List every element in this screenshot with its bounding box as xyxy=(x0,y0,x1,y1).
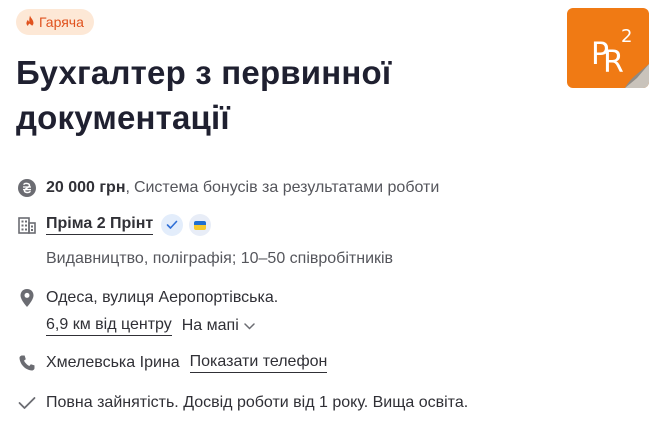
svg-text:R: R xyxy=(603,45,624,80)
building-icon xyxy=(16,214,38,236)
contact-name: Хмелевська Ірина xyxy=(46,354,180,371)
flame-icon xyxy=(24,15,36,29)
svg-text:2: 2 xyxy=(621,26,632,47)
requirements-text: Повна зайнятість. Досвід роботи від 1 ро… xyxy=(46,394,469,411)
salary-row: 20 000 грн , Система бонусів за результа… xyxy=(16,177,439,199)
check-icon[interactable] xyxy=(161,214,184,236)
map-toggle[interactable]: На мапі xyxy=(182,317,255,335)
salary-note: Система бонусів за результатами роботи xyxy=(133,179,440,196)
chevron-down-icon xyxy=(244,317,255,335)
location-links: 6,9 км від центру На мапі xyxy=(46,316,255,336)
map-toggle-label: На мапі xyxy=(181,317,239,334)
company-logo[interactable]: P R 2 xyxy=(567,8,649,88)
hryvnia-icon xyxy=(16,177,38,199)
company-details: Видавництво, поліграфія; 10–50 співробіт… xyxy=(46,250,394,267)
requirements-row: Повна зайнятість. Досвід роботи від 1 ро… xyxy=(16,392,468,414)
ukraine-flag-icon[interactable] xyxy=(189,214,212,236)
salary-amount: 20 000 грн xyxy=(46,179,126,196)
salary-separator: , xyxy=(125,179,130,196)
map-pin-icon xyxy=(16,287,38,309)
job-title: Бухгалтер з первинної документації xyxy=(16,54,392,136)
hot-badge: Гаряча xyxy=(16,9,94,35)
contact-row: Хмелевська Ірина Показати телефон xyxy=(16,352,328,374)
hot-badge-label: Гаряча xyxy=(39,14,84,30)
location-row: Одеса, вулиця Аеропортівська. xyxy=(16,287,278,309)
location-address: Одеса, вулиця Аеропортівська. xyxy=(46,289,279,306)
company-row: Пріма 2 Прінт xyxy=(16,214,212,236)
phone-icon xyxy=(16,352,38,374)
show-phone-link[interactable]: Показати телефон xyxy=(189,353,328,373)
checkmark-icon xyxy=(16,392,38,414)
distance-link[interactable]: 6,9 км від центру xyxy=(46,316,172,336)
company-name-link[interactable]: Пріма 2 Прінт xyxy=(46,215,154,235)
